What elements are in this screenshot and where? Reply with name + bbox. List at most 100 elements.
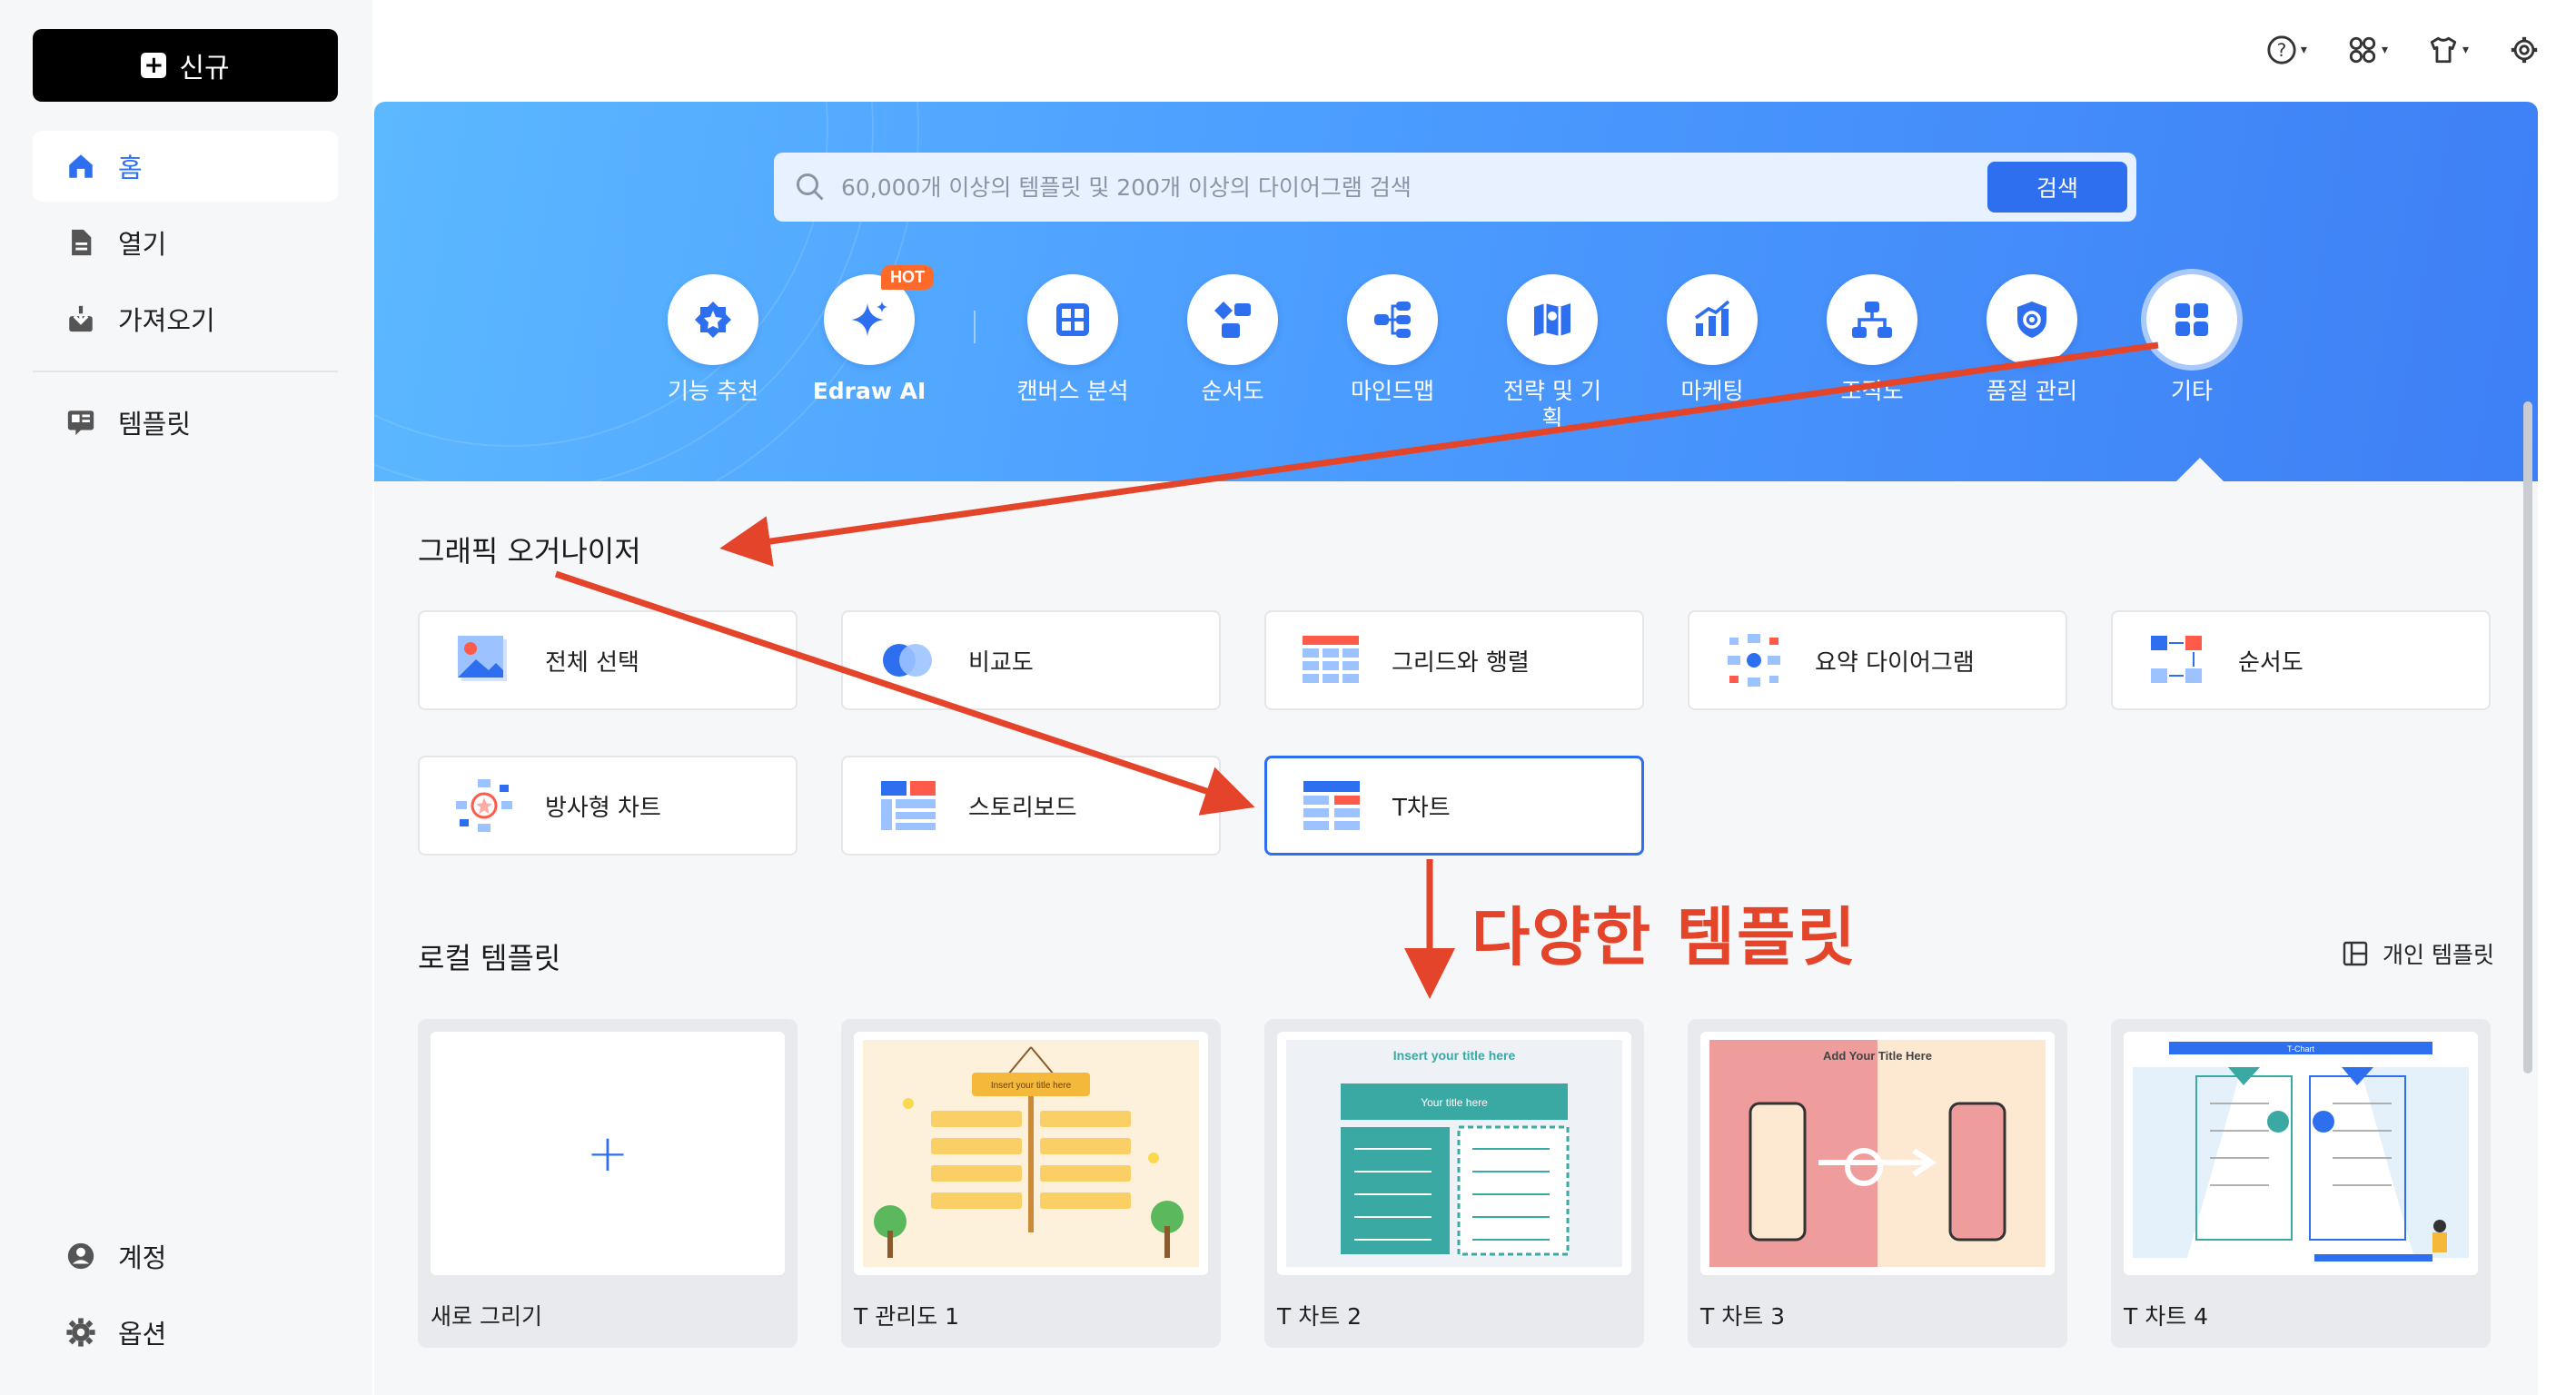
- card-t-chart[interactable]: T차트: [1264, 756, 1644, 856]
- svg-text:T-Chart: T-Chart: [2287, 1044, 2315, 1054]
- category-flowchart[interactable]: 순서도: [1164, 274, 1301, 405]
- template-icon: [67, 411, 94, 436]
- sidebar-item-home[interactable]: 홈: [33, 131, 338, 202]
- file-icon: [72, 229, 92, 256]
- t-chart-icon: [1303, 781, 1360, 830]
- card-label: 그리드와 행렬: [1392, 648, 1530, 677]
- search-input[interactable]: [841, 173, 1987, 201]
- grid-table-icon: [1303, 636, 1359, 683]
- settings-button[interactable]: [2509, 35, 2540, 65]
- search-icon: [797, 173, 824, 201]
- category-canvas-analysis[interactable]: 캔버스 분석: [1005, 274, 1141, 405]
- personal-templates-button[interactable]: 개인 템플릿: [2341, 937, 2494, 970]
- map-icon: [1534, 303, 1570, 336]
- chevron-down-icon: ▾: [2381, 43, 2388, 57]
- summary-icon: [1728, 634, 1780, 687]
- template-thumbnail: T-Chart: [2124, 1032, 2478, 1275]
- sidebar-item-label: 템플릿: [118, 409, 192, 440]
- template-preview-image: Insert your title here: [863, 1040, 1199, 1267]
- main-panel: 검색 기능 추천 HOT Edraw AI 캔버스 분석 순서도 마인드맵 전략…: [374, 102, 2538, 1395]
- template-name: T 차트 4: [2124, 1303, 2209, 1330]
- card-select-all[interactable]: 전체 선택: [418, 610, 798, 710]
- card-radial-chart[interactable]: 방사형 차트: [418, 756, 798, 856]
- help-button[interactable]: ? ▾: [2266, 35, 2307, 65]
- bar-chart-icon: [1694, 300, 1730, 336]
- sidebar-item-open[interactable]: 열기: [33, 207, 338, 278]
- card-flowchart[interactable]: 순서도: [2111, 610, 2491, 710]
- category-quality[interactable]: 품질 관리: [1964, 274, 2100, 405]
- theme-button[interactable]: ▾: [2428, 35, 2469, 65]
- sidebar-item-templates[interactable]: 템플릿: [33, 387, 338, 458]
- card-comparison[interactable]: 비교도: [841, 610, 1221, 710]
- grid-icon: [1056, 303, 1089, 336]
- template-card[interactable]: Insert your title here Your title here T…: [1264, 1019, 1644, 1348]
- category-label-line: 전략 및 기: [1503, 378, 1601, 404]
- gear-icon: [2511, 36, 2538, 64]
- top-toolbar: ? ▾ ▾ ▾: [2266, 35, 2540, 65]
- category-mindmap[interactable]: 마인드맵: [1324, 274, 1461, 405]
- gear-icon: [66, 1318, 95, 1347]
- template-thumbnail: +: [431, 1032, 785, 1275]
- category-divider: [974, 311, 976, 343]
- category-org-chart[interactable]: 조직도: [1804, 274, 1940, 405]
- card-label: 순서도: [2238, 648, 2304, 677]
- card-summary-diagram[interactable]: 요약 다이어그램: [1688, 610, 2067, 710]
- category-edraw-ai[interactable]: HOT Edraw AI: [801, 265, 937, 405]
- svg-text:Add Your Title Here: Add Your Title Here: [1823, 1049, 1932, 1063]
- category-recommended[interactable]: 기능 추천: [645, 274, 781, 405]
- template-preview-image: Add Your Title Here: [1709, 1040, 2046, 1267]
- section-title-local-templates: 로컬 템플릿: [418, 941, 561, 975]
- hot-badge: HOT: [881, 265, 934, 290]
- storyboard-icon: [881, 781, 936, 830]
- new-button[interactable]: + 신규: [33, 29, 338, 102]
- category-strategy[interactable]: 전략 및 기획: [1484, 274, 1620, 432]
- plus-icon: +: [141, 53, 167, 78]
- template-card-new[interactable]: + 새로 그리기: [418, 1019, 798, 1348]
- sidebar-divider: [33, 371, 338, 372]
- apps-button[interactable]: ▾: [2347, 35, 2388, 65]
- shirt-icon: [2430, 36, 2457, 64]
- sidebar-item-label: 계정: [118, 1242, 167, 1273]
- category-other[interactable]: 기타: [2124, 274, 2260, 405]
- plus-icon: +: [586, 1123, 629, 1183]
- apps-icon: [2175, 303, 2208, 336]
- user-icon: [67, 1242, 94, 1270]
- card-label: 요약 다이어그램: [1815, 648, 1975, 677]
- selection-notch: [2175, 458, 2225, 481]
- import-icon: [69, 305, 93, 332]
- template-name: 새로 그리기: [431, 1303, 542, 1330]
- template-name: T 관리도 1: [854, 1303, 960, 1330]
- svg-text:Your title here: Your title here: [1421, 1096, 1488, 1109]
- card-label: 전체 선택: [545, 648, 639, 677]
- org-chart-icon: [1852, 302, 1892, 338]
- card-grid-matrix[interactable]: 그리드와 행렬: [1264, 610, 1644, 710]
- template-card[interactable]: Insert your title here T 관리도 1: [841, 1019, 1221, 1348]
- sidebar-item-import[interactable]: 가져오기: [33, 283, 338, 354]
- template-thumbnail: Insert your title here: [854, 1032, 1208, 1275]
- card-label: 방사형 차트: [545, 794, 661, 822]
- svg-text:Insert your title here: Insert your title here: [991, 1081, 1072, 1091]
- card-label: 비교도: [968, 648, 1034, 677]
- new-button-label: 신규: [179, 53, 230, 84]
- template-name: T 차트 3: [1700, 1303, 1786, 1330]
- card-storyboard[interactable]: 스토리보드: [841, 756, 1221, 856]
- help-icon: ?: [2267, 35, 2296, 64]
- chevron-down-icon: ▾: [2300, 43, 2307, 57]
- hero-banner: 검색 기능 추천 HOT Edraw AI 캔버스 분석 순서도 마인드맵 전략…: [374, 102, 2538, 481]
- search-button[interactable]: 검색: [1987, 162, 2127, 213]
- sidebar-item-label: 홈: [118, 153, 143, 183]
- template-card[interactable]: Add Your Title Here T 차트 3: [1688, 1019, 2067, 1348]
- template-preview-image: Insert your title here Your title here: [1286, 1040, 1622, 1267]
- scrollbar[interactable]: [2523, 401, 2532, 1073]
- sidebar-item-options[interactable]: 옵션: [33, 1297, 338, 1368]
- sidebar-item-label: 열기: [118, 229, 167, 260]
- search-bar: 검색: [774, 153, 2136, 222]
- category-marketing[interactable]: 마케팅: [1644, 274, 1780, 405]
- layout-icon: [2343, 941, 2368, 966]
- template-thumbnail: Add Your Title Here: [1700, 1032, 2055, 1275]
- card-label: T차트: [1392, 794, 1451, 822]
- sidebar-item-account[interactable]: 계정: [33, 1221, 338, 1291]
- svg-text:?: ?: [2277, 40, 2287, 61]
- template-card[interactable]: T-Chart T 차트 4: [2111, 1019, 2491, 1348]
- template-thumbnail: Insert your title here Your title here: [1277, 1032, 1631, 1275]
